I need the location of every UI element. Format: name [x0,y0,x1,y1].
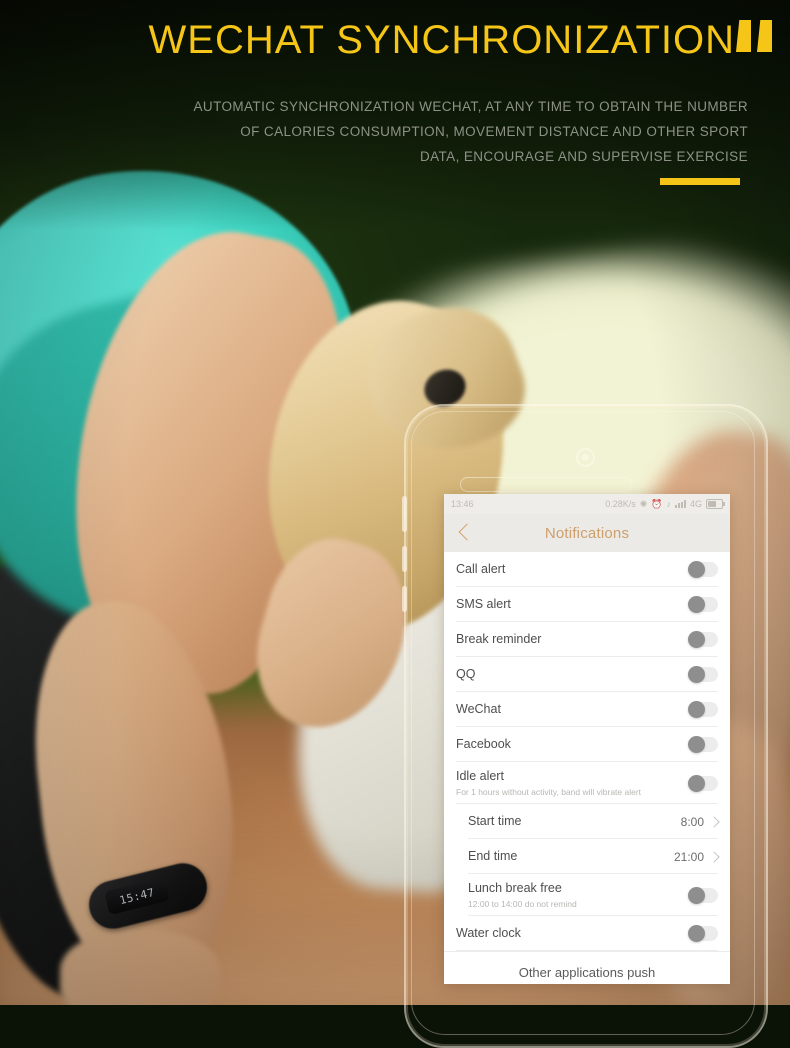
settings-row-label: Facebook [456,737,511,751]
settings-row[interactable]: Facebook [444,727,730,762]
chevron-right-icon [708,815,720,828]
notification-settings-list: Call alert SMS alert Break reminder QQ WeCha… [444,552,730,951]
settings-row-labels: QQ [456,660,688,689]
back-chevron-icon[interactable] [458,523,469,543]
settings-row-label: QQ [456,667,476,681]
settings-row-labels: Idle alert For 1 hours without activity, … [456,762,688,804]
earpiece-speaker-icon [460,477,632,492]
status-bar-clock: 13:46 [451,499,474,509]
settings-row-labels: Break reminder [456,625,688,654]
settings-row-label: Water clock [456,926,521,940]
settings-row[interactable]: Start time 8:00 [444,804,730,839]
settings-row[interactable]: Call alert [444,552,730,587]
settings-toggle[interactable] [688,736,718,753]
settings-row-label: Start time [468,814,522,828]
hero-header: WECHAT SYNCHRONIZATION AUTOMATIC SYNCHRO… [0,0,790,200]
subtitle-line-3: DATA, ENCOURAGE AND SUPERVISE EXERCISE [419,149,748,164]
settings-row-labels: SMS alert [456,590,688,619]
settings-row[interactable]: WeChat [444,692,730,727]
alarm-clock-icon: ⏰ [651,498,663,509]
settings-toggle[interactable] [688,631,718,648]
settings-row-label: WeChat [456,702,501,716]
power-button[interactable] [402,496,407,532]
front-camera-icon [576,448,595,467]
quote-marks-icon [736,20,778,54]
settings-row-label: Lunch break free [468,881,562,895]
subtitle-line-2: OF CALORIES CONSUMPTION, MOVEMENT DISTAN… [240,124,748,139]
settings-toggle[interactable] [688,925,718,942]
settings-toggle[interactable] [688,561,718,578]
quote-mark-left-icon [736,20,751,52]
settings-row[interactable]: Water clock [444,916,730,951]
settings-row-label: Idle alert [456,769,504,783]
settings-row-label: Break reminder [456,632,542,646]
status-bar: 13:46 0.28K/s ✺ ⏰ ♪ 4G [444,494,730,514]
settings-row-labels: Call alert [456,555,688,584]
settings-row-labels: Water clock [456,919,688,948]
settings-row-value: 21:00 [673,849,704,864]
settings-row-label: SMS alert [456,597,511,611]
phone-screen: 13:46 0.28K/s ✺ ⏰ ♪ 4G Notifications Cal… [444,494,730,984]
bluetooth-icon: ✺ [639,498,648,509]
settings-row[interactable]: QQ [444,657,730,692]
other-applications-push-button[interactable]: Other applications push [444,951,730,984]
quote-mark-right-icon [757,20,772,52]
settings-row[interactable]: Idle alert For 1 hours without activity, … [444,762,730,804]
screen-title: Notifications [544,524,630,542]
signal-bars-icon [674,500,686,508]
mute-icon: ♪ [666,498,671,509]
other-applications-push-label: Other applications push [518,964,656,980]
settings-toggle[interactable] [688,596,718,613]
status-bar-indicators: 0.28K/s ✺ ⏰ ♪ 4G [605,498,725,509]
phone-mockup: 13:46 0.28K/s ✺ ⏰ ♪ 4G Notifications Cal… [402,404,768,1048]
settings-toggle[interactable] [688,701,718,718]
accent-rule [660,178,740,185]
settings-row-labels: Start time [468,807,681,836]
row-divider [456,950,718,951]
page-title: WECHAT SYNCHRONIZATION [148,18,735,62]
settings-row-subtitle: 12:00 to 14:00 do not remind [468,899,577,909]
settings-row-label: End time [468,849,518,863]
settings-row[interactable]: Break reminder [444,622,730,657]
volume-down-button[interactable] [402,586,407,612]
settings-row[interactable]: Lunch break free 12:00 to 14:00 do not re… [444,874,730,916]
settings-row-labels: WeChat [456,695,688,724]
settings-row[interactable]: SMS alert [444,587,730,622]
app-navigation-bar: Notifications [444,514,730,552]
page-subtitle: AUTOMATIC SYNCHRONIZATION WECHAT, AT ANY… [188,94,748,169]
settings-row-value: 8:00 [680,814,704,829]
settings-row-labels: Lunch break free 12:00 to 14:00 do not re… [468,874,688,916]
network-speed-label: 0.28K/s [605,498,636,509]
battery-icon [706,499,725,509]
chevron-right-icon [708,850,720,863]
settings-row[interactable]: End time 21:00 [444,839,730,874]
volume-up-button[interactable] [402,546,407,572]
settings-row-label: Call alert [456,562,506,576]
settings-toggle[interactable] [688,774,718,792]
settings-row-subtitle: For 1 hours without activity, band will … [456,787,642,797]
settings-toggle[interactable] [688,886,718,904]
settings-row-labels: Facebook [456,730,688,759]
subtitle-line-1: AUTOMATIC SYNCHRONIZATION WECHAT, AT ANY… [193,99,748,114]
settings-row-labels: End time [468,842,674,871]
settings-toggle[interactable] [688,666,718,683]
network-type-label: 4G [689,498,702,509]
